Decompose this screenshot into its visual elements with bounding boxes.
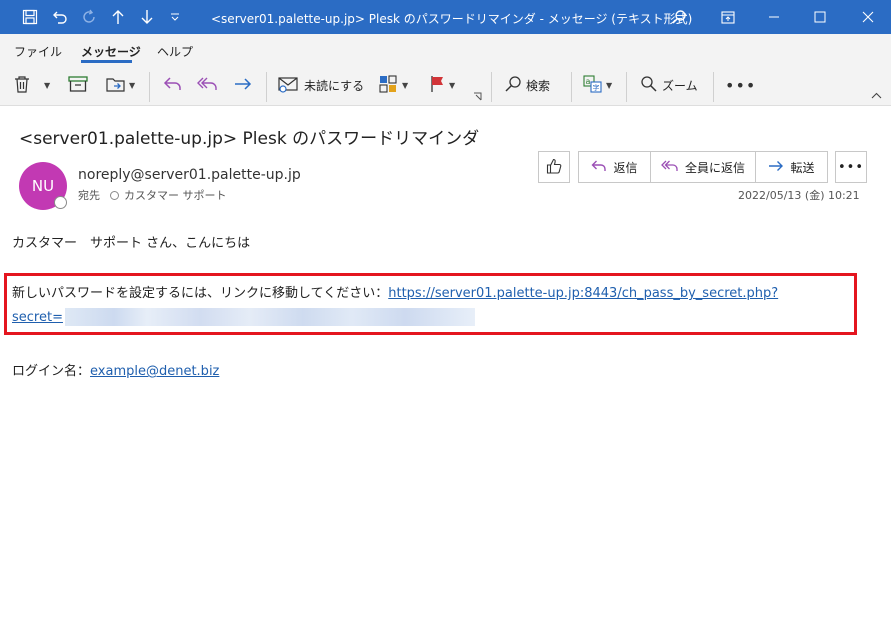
- redacted-secret-token: [64, 308, 475, 326]
- reply-button[interactable]: 返信: [578, 151, 651, 183]
- search-ribbon-button[interactable]: 検索: [504, 72, 550, 98]
- chevron-down-icon[interactable]: ▼: [129, 81, 135, 90]
- reply-label: 返信: [613, 160, 638, 175]
- zoom-button[interactable]: ズーム: [640, 72, 698, 98]
- chevron-down-icon[interactable]: ▼: [606, 81, 612, 90]
- up-arrow-icon[interactable]: [107, 0, 129, 34]
- search-label: 検索: [526, 78, 551, 93]
- customize-toolbar-icon[interactable]: [166, 0, 184, 34]
- mark-unread-label: 未読にする: [304, 78, 365, 93]
- forward-button[interactable]: 転送: [755, 151, 828, 183]
- restore-layout-icon[interactable]: [705, 0, 751, 34]
- more-icon: •••: [725, 75, 757, 95]
- svg-text:a: a: [586, 77, 591, 86]
- login-label: ログイン名：: [12, 364, 91, 379]
- reset-link-continuation: secret=: [12, 308, 475, 326]
- chevron-down-icon[interactable]: ▼: [44, 81, 50, 90]
- ribbon-divider: [266, 72, 267, 102]
- zoom-label: ズーム: [662, 78, 698, 93]
- recipient-row: 宛先 カスタマー サポート: [78, 187, 227, 203]
- ribbon-divider: [149, 72, 150, 102]
- avatar-initials: NU: [31, 177, 55, 195]
- reply-all-label: 全員に返信: [684, 160, 745, 175]
- ribbon-divider: [491, 72, 492, 102]
- archive-icon: [68, 75, 88, 95]
- forward-label: 転送: [790, 160, 815, 175]
- greeting-text: カスタマー サポート さん、こんにちは: [12, 236, 251, 251]
- reset-instruction-text: 新しいパスワードを設定するには、リンクに移動してください：: [12, 286, 389, 301]
- chevron-down-icon[interactable]: ▼: [402, 81, 408, 90]
- reply-icon: [163, 75, 183, 96]
- redo-icon: [78, 0, 100, 34]
- flag-button[interactable]: ▼: [430, 72, 455, 98]
- reply-all-icon: [661, 159, 679, 176]
- sender-address[interactable]: noreply@server01.palette-up.jp: [78, 167, 301, 183]
- ribbon: ▼ ▼ 未読にする ▼ ▼ 検索 a 字 ▼ ズーム •••: [0, 64, 891, 106]
- move-button[interactable]: ▼: [106, 72, 135, 98]
- forward-icon: [233, 75, 253, 96]
- reply-all-button[interactable]: 全員に返信: [650, 151, 756, 183]
- maximize-button[interactable]: [797, 0, 843, 34]
- translate-button[interactable]: a字 ▼: [583, 72, 612, 98]
- archive-button[interactable]: [68, 72, 88, 98]
- undo-icon[interactable]: [49, 0, 71, 34]
- login-email-link[interactable]: example@denet.biz: [90, 364, 219, 379]
- active-tab-indicator: [81, 60, 132, 63]
- trash-icon: [14, 75, 30, 96]
- flag-icon: [430, 75, 446, 96]
- chevron-down-icon[interactable]: ▼: [449, 81, 455, 90]
- recipient-presence-icon: [110, 190, 119, 200]
- menu-bar: ファイル メッセージ ヘルプ: [0, 34, 891, 64]
- tab-message[interactable]: メッセージ: [81, 43, 141, 60]
- mark-unread-button[interactable]: 未読にする: [278, 72, 364, 98]
- more-icon: •••: [837, 159, 864, 175]
- ribbon-expand-icon[interactable]: [473, 90, 482, 102]
- thumbs-up-icon: [546, 158, 562, 177]
- reset-instruction-line: 新しいパスワードを設定するには、リンクに移動してください：https://ser…: [12, 282, 778, 301]
- collapse-ribbon-icon[interactable]: [871, 88, 882, 102]
- svg-text:字: 字: [593, 83, 600, 92]
- forward-icon: [768, 159, 784, 176]
- email-subject: <server01.palette-up.jp> Plesk のパスワードリマイ…: [19, 129, 480, 149]
- reset-link[interactable]: https://server01.palette-up.jp:8443/ch_p…: [388, 286, 778, 301]
- reply-all-icon: [197, 75, 219, 96]
- reply-icon: [591, 159, 607, 176]
- reply-ribbon-button[interactable]: [163, 72, 183, 98]
- categorize-icon: [379, 74, 399, 96]
- zoom-icon: [640, 75, 658, 96]
- forward-ribbon-button[interactable]: [233, 72, 253, 98]
- move-folder-icon: [106, 75, 126, 96]
- received-date: 2022/05/13 (金) 10:21: [738, 189, 860, 202]
- more-actions-button[interactable]: •••: [835, 151, 867, 183]
- ribbon-divider: [571, 72, 572, 102]
- tab-help[interactable]: ヘルプ: [157, 43, 193, 60]
- tab-file[interactable]: ファイル: [14, 43, 62, 60]
- down-arrow-icon[interactable]: [136, 0, 158, 34]
- login-name-line: ログイン名：example@denet.biz: [12, 360, 219, 379]
- to-label: 宛先: [78, 189, 100, 202]
- more-commands-button[interactable]: •••: [725, 72, 756, 98]
- search-icon[interactable]: [668, 0, 690, 34]
- title-bar: <server01.palette-up.jp> Plesk のパスワードリマイ…: [0, 0, 891, 34]
- window-title: <server01.palette-up.jp> Plesk のパスワードリマイ…: [211, 12, 693, 26]
- ribbon-divider: [713, 72, 714, 102]
- save-icon[interactable]: [20, 0, 40, 34]
- close-button[interactable]: [845, 0, 891, 34]
- ribbon-divider: [626, 72, 627, 102]
- envelope-icon: [278, 75, 300, 96]
- presence-status-icon: [54, 196, 67, 209]
- categorize-button[interactable]: ▼: [379, 72, 408, 98]
- delete-button[interactable]: ▼: [14, 72, 50, 98]
- like-button[interactable]: [538, 151, 570, 183]
- reset-link-secret[interactable]: secret=: [12, 310, 63, 325]
- translate-icon: a字: [583, 74, 603, 96]
- minimize-button[interactable]: [751, 0, 797, 34]
- recipient-name[interactable]: カスタマー サポート: [124, 187, 227, 203]
- search-icon: [504, 75, 522, 96]
- reply-all-ribbon-button[interactable]: [197, 72, 219, 98]
